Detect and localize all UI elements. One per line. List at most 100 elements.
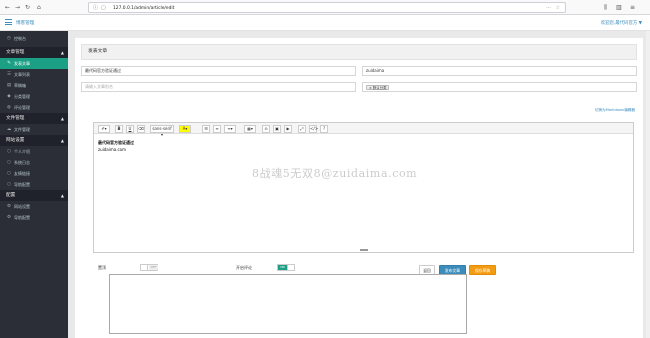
back-arrow-icon[interactable]: ←	[5, 4, 10, 11]
sidebar-group-config[interactable]: 配置 ▲	[0, 190, 68, 201]
underline-button[interactable]: U	[126, 124, 134, 133]
code-view-icon[interactable]: </>	[309, 124, 318, 133]
sidebar-item-new-article[interactable]: ✎ 发表文章	[0, 58, 68, 69]
save-draft-button[interactable]: 保存草稿	[469, 265, 496, 275]
editor-content[interactable]: 最代码官方验证通过 zuidaima.com	[98, 139, 134, 153]
gear-icon: ⚙	[6, 215, 12, 220]
menu-icon[interactable]: ≡	[630, 4, 635, 11]
eraser-icon[interactable]: ⌫	[137, 124, 145, 133]
sidebar-group-articles[interactable]: 文章管理 ▲	[0, 47, 68, 58]
sidebar-item-categories[interactable]: ◆ 分类管理	[0, 91, 68, 102]
content-line: 最代码官方验证通过	[98, 140, 134, 145]
sidebar-item-drafts[interactable]: ▤ 草稿箱	[0, 80, 68, 91]
ordered-list-icon[interactable]: ≡	[213, 124, 221, 133]
magic-icon[interactable]: ✐▾	[98, 124, 110, 133]
link-icon[interactable]: ⊝	[262, 124, 270, 133]
title-input[interactable]: 最代码官方验证通过	[81, 66, 356, 76]
forward-arrow-icon[interactable]: →	[15, 4, 20, 11]
caret-up-icon: ▲	[60, 116, 64, 121]
sidebar-item-label: 导航配置	[14, 215, 30, 220]
nav-icon: ○	[7, 182, 11, 187]
more-icon[interactable]: ···	[546, 5, 551, 11]
video-icon[interactable]: ▶	[284, 124, 292, 133]
sidebar-icon[interactable]: ▥	[616, 4, 622, 11]
sidebar-group-title: 网站设置	[6, 138, 25, 143]
reload-icon[interactable]: ↻	[25, 4, 30, 11]
caret-up-icon: ▲	[60, 50, 64, 55]
font-family-dropdown[interactable]: sans-serif ▾	[150, 124, 174, 137]
address-bar[interactable]: ⓘ ▢ 127.0.0.1/admin/article/edit ··· ☆	[88, 2, 566, 13]
sidebar-item-profile[interactable]: ○ 个人介绍	[0, 146, 68, 157]
gear-icon: ⚙	[6, 204, 12, 209]
sidebar-item-article-list[interactable]: ☰ 文章列表	[0, 69, 68, 80]
link-icon: ○	[7, 171, 11, 176]
sidebar-group-files[interactable]: 文件管理 ▲	[0, 113, 68, 124]
pin-label: 置顶	[98, 265, 106, 270]
sidebar-item-label: 导航配置	[14, 182, 30, 187]
help-icon[interactable]: ?	[320, 124, 328, 133]
cloud-icon: ☁	[6, 127, 12, 132]
caret-up-icon: ▲	[60, 193, 64, 198]
tags-input[interactable]: zuidaima	[362, 66, 637, 76]
sidebar-item-comments[interactable]: ◍ 评论管理	[0, 102, 68, 113]
sidebar-item-label: 文件管理	[14, 127, 30, 132]
hamburger-icon[interactable]	[5, 19, 12, 26]
title-input-value: 最代码官方验证通过	[85, 68, 121, 73]
category-tag[interactable]: × 默认分类	[366, 84, 390, 90]
home-icon[interactable]: ⌂	[37, 4, 41, 11]
sidebar-item-label: 控制台	[14, 36, 26, 41]
sidebar-item-label: 评论管理	[14, 105, 30, 110]
table-icon[interactable]: ▦▾	[244, 124, 256, 133]
sidebar-item-logs[interactable]: ○ 系统日志	[0, 157, 68, 168]
sidebar-item-label: 系统日志	[14, 160, 30, 165]
comment-toggle-state: ON	[278, 265, 287, 270]
comment-toggle[interactable]: ON	[277, 264, 295, 271]
library-icon[interactable]: ⫼	[604, 4, 607, 11]
category-select[interactable]: × 默认分类	[362, 82, 637, 92]
sidebar-item-label: 文章列表	[14, 72, 30, 77]
sidebar-item-label: 分类管理	[14, 94, 30, 99]
sidebar-item-dashboard[interactable]: ◷ 控制台	[0, 33, 68, 44]
resize-handle[interactable]	[360, 249, 368, 251]
bookmark-star-icon[interactable]: ☆	[556, 5, 560, 11]
user-menu[interactable]: 欢迎您,最代码官方 ▼	[601, 20, 642, 26]
comment-label: 开启评论	[236, 265, 252, 270]
pin-toggle-state: OFF	[149, 265, 158, 270]
sidebar-group-title: 配置	[6, 193, 16, 198]
align-dropdown-icon[interactable]: ≡▾	[224, 124, 236, 133]
scrollbar[interactable]	[646, 31, 650, 338]
image-icon[interactable]: ▣	[273, 124, 281, 133]
fullscreen-icon[interactable]: ⤢	[298, 124, 306, 133]
url-text[interactable]: 127.0.0.1/admin/article/edit	[113, 6, 174, 11]
pin-toggle[interactable]: OFF	[140, 264, 158, 271]
tag-icon: ◆	[7, 94, 11, 99]
sidebar-item-nav-config[interactable]: ⚙ 导航配置	[0, 212, 68, 223]
sidebar-group-title: 文章管理	[6, 50, 25, 55]
preview-box	[109, 274, 467, 334]
info-icon[interactable]: ⓘ	[93, 5, 98, 11]
slug-input[interactable]: 请输入文章别名	[81, 82, 356, 92]
rich-text-editor[interactable]: ✐▾ B U ⌫ sans-serif ▾ A▾ ☰ ≡ ≡▾ ▦▾ ⊝ ▣ ▶…	[93, 122, 634, 253]
page-icon: ▢	[101, 5, 106, 11]
sidebar: ◷ 控制台 文章管理 ▲ ✎ 发表文章 ☰ 文章列表 ▤ 草稿箱 ◆ 分类管理 …	[0, 31, 68, 338]
sidebar-group-title: 文件管理	[6, 116, 25, 121]
markdown-switch-link[interactable]: 切换为Markdown编辑器	[595, 108, 635, 113]
user-icon: ○	[7, 149, 11, 154]
panel-heading: 发表文章	[81, 44, 637, 60]
sidebar-item-file-manager[interactable]: ☁ 文件管理	[0, 124, 68, 135]
sidebar-item-label: 发表文章	[14, 61, 30, 66]
sidebar-item-nav[interactable]: ○ 导航配置	[0, 179, 68, 190]
log-icon: ○	[7, 160, 11, 165]
highlight-color-button[interactable]: A▾	[179, 124, 191, 133]
unordered-list-icon[interactable]: ☰	[202, 124, 210, 133]
sidebar-item-label: 网站设置	[14, 204, 30, 209]
sidebar-item-site-settings[interactable]: ⚙ 网站设置	[0, 201, 68, 212]
sidebar-item-label: 草稿箱	[14, 83, 26, 88]
app-title[interactable]: 博客管理	[16, 20, 34, 26]
bold-button[interactable]: B	[115, 124, 123, 133]
sidebar-item-links[interactable]: ○ 友情链接	[0, 168, 68, 179]
sidebar-group-site[interactable]: 网站设置 ▲	[0, 135, 68, 146]
sidebar-item-label: 个人介绍	[14, 149, 30, 154]
caret-up-icon: ▲	[60, 138, 64, 143]
file-icon: ▤	[6, 83, 12, 88]
